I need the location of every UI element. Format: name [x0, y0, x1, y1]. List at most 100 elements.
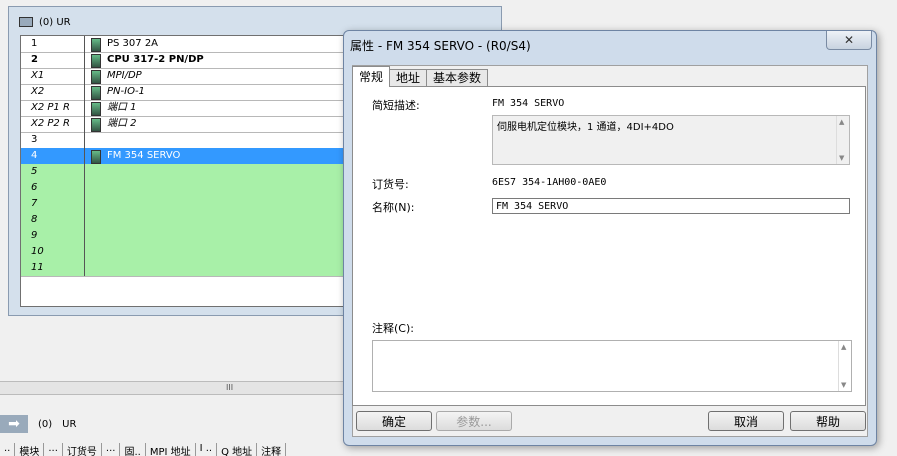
scroll-up-icon[interactable]: ▲	[841, 343, 846, 351]
properties-dialog: 属性 - FM 354 SERVO - (R0/S4) ✕ 常规 地址 基本参数…	[343, 30, 877, 446]
name-input[interactable]	[492, 198, 850, 214]
rack-row[interactable]: 8	[21, 212, 357, 229]
detail-column-header[interactable]: 固..	[120, 443, 146, 456]
rack-slot-cell: X2 P2 R	[21, 116, 85, 132]
rack-module-cell: MPI/DP	[87, 68, 357, 84]
rack-module-name: MPI/DP	[107, 70, 142, 81]
rack-slot-cell: 1	[21, 36, 85, 52]
rack-row[interactable]: 5	[21, 164, 357, 181]
rack-module-cell	[87, 260, 357, 276]
rack-slot-cell: 5	[21, 164, 85, 180]
rack-slot-cell: 4	[21, 148, 85, 164]
cancel-button[interactable]: 取消	[708, 411, 784, 431]
rack-slot-cell: 11	[21, 260, 85, 276]
rack-slot-cell: 7	[21, 196, 85, 212]
rack-module-cell	[87, 228, 357, 244]
long-description-text: 伺服电机定位模块，1 通道，4DI+4DO	[497, 122, 674, 133]
detail-column-header[interactable]: 模块	[15, 443, 45, 456]
rack-module-cell	[87, 132, 357, 148]
module-icon	[91, 150, 101, 164]
rack-slot-cell: 2	[21, 52, 85, 68]
params-button[interactable]: 参数...	[436, 411, 512, 431]
rack-module-cell: CPU 317-2 PN/DP	[87, 52, 357, 68]
module-icon	[91, 86, 101, 100]
scroll-grip[interactable]: III	[226, 383, 233, 392]
rack-module-name: FM 354 SERVO	[107, 150, 181, 161]
rack-module-cell	[87, 196, 357, 212]
rack-module-name: 端口 1	[107, 102, 137, 113]
module-icon	[91, 118, 101, 132]
tab-general[interactable]: 常规	[352, 66, 391, 87]
rack-row[interactable]: 6	[21, 180, 357, 197]
tab-basic-params[interactable]: 基本参数	[426, 69, 489, 87]
rack-row[interactable]: X2 PN-IO-1	[21, 84, 357, 101]
station-number: (0)	[38, 418, 53, 430]
rack-title: (0) UR	[19, 13, 71, 31]
scroll-up-icon[interactable]: ▲	[839, 118, 844, 126]
module-icon	[91, 54, 101, 68]
rack-module-cell	[87, 164, 357, 180]
rack-row[interactable]: X1 MPI/DP	[21, 68, 357, 85]
arrow-right-icon[interactable]: ➡	[0, 415, 28, 433]
rack-row[interactable]: 2 CPU 317-2 PN/DP	[21, 52, 357, 69]
rack-slot-cell: X2	[21, 84, 85, 100]
detail-column-header[interactable]: Q 地址	[217, 443, 258, 456]
rack-module-name: PS 307 2A	[107, 38, 159, 49]
detail-column-header[interactable]: ...	[102, 443, 121, 456]
rack-row[interactable]: X2 P1 R 端口 1	[21, 100, 357, 117]
rack-row[interactable]: 3	[21, 132, 357, 149]
close-button[interactable]: ✕	[826, 31, 872, 50]
rack-row[interactable]: 11	[21, 260, 357, 277]
rack-module-name: PN-IO-1	[107, 86, 145, 97]
short-desc-label: 简短描述:	[372, 99, 420, 112]
comment-textarea[interactable]: ▲ ▼	[372, 340, 852, 392]
rack-slot-cell: X2 P1 R	[21, 100, 85, 116]
order-no-label: 订货号:	[372, 178, 409, 191]
rack-row[interactable]: 10	[21, 244, 357, 261]
rack-row[interactable]: 1 PS 307 2A	[21, 36, 357, 53]
detail-column-header[interactable]: 订货号	[63, 443, 102, 456]
rack-slot-cell: 8	[21, 212, 85, 228]
comment-label: 注释(C):	[372, 322, 414, 335]
rack-module-cell	[87, 244, 357, 260]
detail-column-header[interactable]: I ..	[196, 443, 218, 456]
rack-table: 1 PS 307 2A 2 CPU 317-2 PN/DP X1 MPI/DP X2 PN-I…	[20, 35, 358, 307]
ok-button[interactable]: 确定	[356, 411, 432, 431]
rack-row[interactable]: X2 P2 R 端口 2	[21, 116, 357, 133]
rack-module-name: CPU 317-2 PN/DP	[107, 54, 204, 65]
rack-slot-cell: 10	[21, 244, 85, 260]
close-icon: ✕	[843, 33, 855, 47]
rack-module-cell: FM 354 SERVO	[87, 148, 357, 164]
tab-panel-general: 简短描述: FM 354 SERVO 伺服电机定位模块，1 通道，4DI+4DO…	[352, 86, 866, 406]
rack-module-cell: 端口 1	[87, 100, 357, 116]
tab-bar: 常规 地址 基本参数	[352, 66, 489, 87]
detail-column-header[interactable]: MPI 地址	[146, 443, 196, 456]
name-label: 名称(N):	[372, 201, 415, 214]
rack-slot-cell: 9	[21, 228, 85, 244]
detail-column-header[interactable]: ...	[44, 443, 63, 456]
rack-row[interactable]: 9	[21, 228, 357, 245]
station-bar: ➡ (0) UR	[0, 412, 343, 436]
rack-row[interactable]: 7	[21, 196, 357, 213]
comment-scrollbar[interactable]: ▲ ▼	[838, 341, 851, 391]
scroll-down-icon[interactable]: ▼	[839, 154, 844, 162]
scroll-down-icon[interactable]: ▼	[841, 381, 846, 389]
detail-column-header[interactable]: 注释	[257, 443, 287, 456]
detail-column-header[interactable]: ..	[0, 443, 16, 456]
module-icon	[91, 70, 101, 84]
description-scrollbar[interactable]: ▲ ▼	[836, 116, 849, 164]
help-button[interactable]: 帮助	[790, 411, 866, 431]
station-rack-name: UR	[62, 418, 77, 430]
short-desc-value: FM 354 SERVO	[492, 98, 565, 109]
horizontal-scrollbar[interactable]: III	[0, 381, 343, 395]
long-description: 伺服电机定位模块，1 通道，4DI+4DO ▲ ▼	[492, 115, 850, 165]
dialog-title: 属性 - FM 354 SERVO - (R0/S4)	[350, 39, 531, 53]
rack-module-cell: 端口 2	[87, 116, 357, 132]
rack-module-cell: PN-IO-1	[87, 84, 357, 100]
order-no-value: 6ES7 354-1AH00-0AE0	[492, 177, 607, 188]
rack-row[interactable]: 4 FM 354 SERVO	[21, 148, 357, 165]
rack-module-cell: PS 307 2A	[87, 36, 357, 52]
rack-icon	[19, 17, 33, 27]
tab-address[interactable]: 地址	[389, 69, 428, 87]
rack-slot-cell: 6	[21, 180, 85, 196]
